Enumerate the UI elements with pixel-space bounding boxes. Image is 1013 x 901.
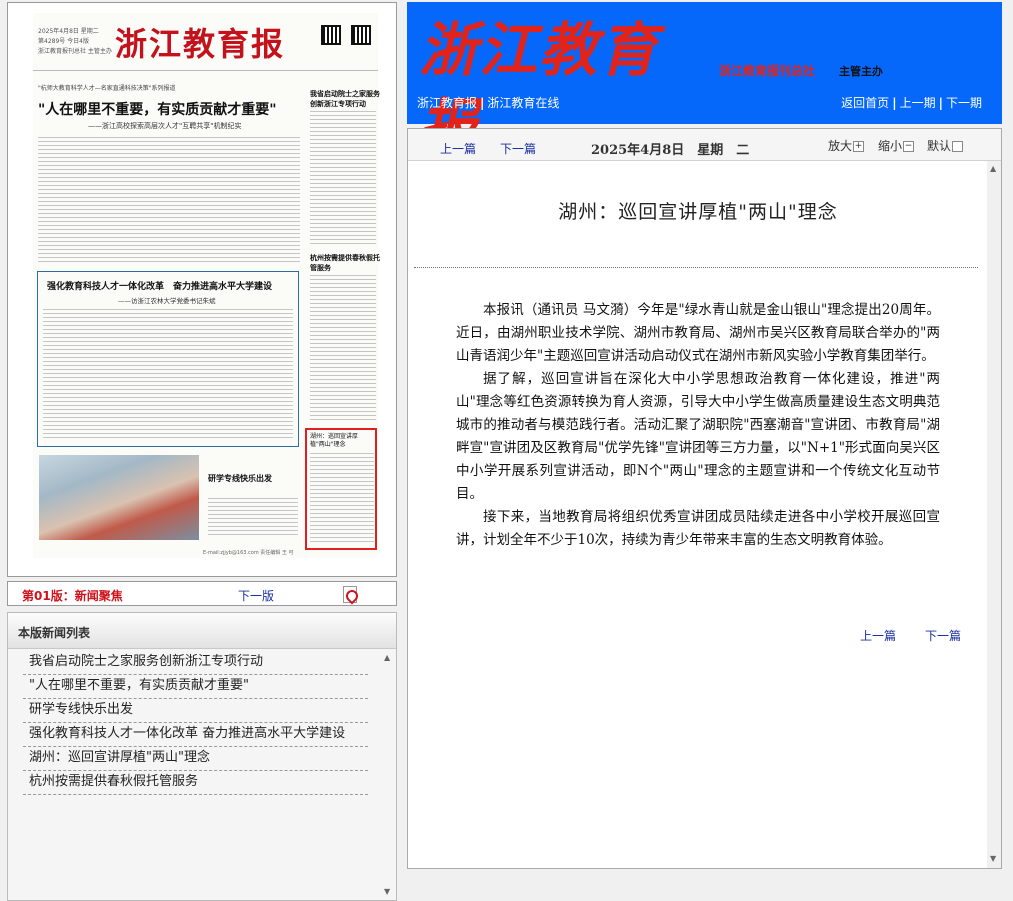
checkbox-icon bbox=[952, 141, 964, 152]
title-divider bbox=[414, 267, 978, 268]
issue-date: 2025年4月8日 星期 二 bbox=[591, 143, 750, 158]
thumb-photo[interactable] bbox=[39, 455, 199, 540]
qr-code-icon bbox=[351, 25, 371, 45]
link-previous-issue[interactable]: 上一期 bbox=[900, 96, 936, 110]
thumb-masthead-logo: 浙江教育报 bbox=[115, 25, 286, 63]
news-list-item[interactable]: 强化教育科技人才一体化改革 奋力推进高水平大学建设 bbox=[23, 723, 368, 747]
zoom-out-button[interactable]: 缩小 − bbox=[878, 137, 915, 154]
article-paragraph: 据了解，巡回宣讲旨在深化大中小学思想政治教育一体化建设，推进"两山"理念等红色资… bbox=[456, 371, 940, 502]
scroll-down-arrow-icon[interactable]: ▼ bbox=[384, 887, 390, 896]
news-list-item[interactable]: 杭州按需提供春秋假托管服务 bbox=[23, 771, 368, 795]
minus-icon: − bbox=[903, 141, 915, 152]
link-next-issue[interactable]: 下一期 bbox=[946, 96, 982, 110]
thumb-text-block bbox=[43, 309, 293, 441]
prev-article-link[interactable]: 上一篇 bbox=[440, 140, 476, 157]
bottom-next-article-link[interactable]: 下一篇 bbox=[925, 627, 961, 644]
thumb-kicker: "杭师大教育科学人才—名家直通科技决策"系列报道 bbox=[38, 85, 176, 92]
thumb-side-story[interactable]: 我省启动院士之家服务创新浙江专项行动 bbox=[310, 89, 380, 109]
pdf-icon[interactable] bbox=[343, 586, 357, 603]
zoom-in-label: 放大 bbox=[828, 139, 853, 153]
scroll-up-arrow-icon[interactable]: ▲ bbox=[990, 164, 996, 173]
link-zhejiang-education-online[interactable]: 浙江教育在线 bbox=[487, 96, 559, 110]
article-frame: 上一篇 下一篇 2025年4月8日 星期 二 放大 + 缩小 − 默认 湖州：巡回宣… bbox=[407, 128, 1002, 869]
thumb-subhead: ——浙江高校探索高层次人才"互聘共享"机制纪实 bbox=[88, 122, 242, 130]
qr-code-icon bbox=[321, 25, 341, 45]
thumb-text-block bbox=[208, 498, 298, 538]
article-body: 本报讯（通讯员 马文漪）今年是"绿水青山就是金山银山"理念提出20周年。近日，由… bbox=[456, 299, 940, 552]
thumb-masthead: 2025年4月8日 星期二 第4289号 今日4版 浙江教育报刊总社 主管主办 … bbox=[33, 13, 378, 71]
site-banner: 浙江教育报 浙江教育报刊总社 主管主办 浙江教育报 | 浙江教育在线 返回首页 | 上一… bbox=[407, 2, 1002, 160]
news-list-item[interactable]: 湖州：巡回宣讲厚植"两山"理念 bbox=[23, 747, 368, 771]
thumb-text-block bbox=[38, 137, 300, 265]
site-logo[interactable]: 浙江教育报 bbox=[419, 12, 704, 160]
page-navigation-bar: 第01版：新闻聚焦 下一版 bbox=[7, 581, 397, 606]
news-list-header: 本版新闻列表 bbox=[8, 613, 396, 649]
current-page-name[interactable]: 第01版：新闻聚焦 bbox=[22, 587, 123, 604]
newspaper-page-thumbnail[interactable]: 2025年4月8日 星期二 第4289号 今日4版 浙江教育报刊总社 主管主办 … bbox=[7, 2, 397, 577]
thumb-photo-title[interactable]: 研学专线快乐出发 bbox=[208, 473, 272, 484]
separator: | bbox=[892, 96, 897, 110]
thumb-side-story-2[interactable]: 杭州按需提供春秋假托管服务 bbox=[310, 253, 380, 273]
news-list-item[interactable]: "人在哪里不重要，有实质贡献才重要" bbox=[23, 675, 368, 699]
zoom-default-button[interactable]: 默认 bbox=[927, 137, 964, 154]
banner-links-left: 浙江教育报 | 浙江教育在线 bbox=[417, 94, 559, 111]
thumb-masthead-meta: 2025年4月8日 星期二 第4289号 今日4版 浙江教育报刊总社 主管主办 bbox=[38, 28, 112, 55]
news-list: 我省启动院士之家服务创新浙江专项行动 "人在哪里不重要，有实质贡献才重要" 研学… bbox=[23, 651, 368, 795]
next-page-link[interactable]: 下一版 bbox=[238, 587, 274, 604]
news-list-item[interactable]: 我省启动院士之家服务创新浙江专项行动 bbox=[23, 651, 368, 675]
thumb-text-block bbox=[310, 275, 376, 420]
thumb-interview-title: 强化教育科技人才一体化改革 奋力推进高水平大学建设 bbox=[47, 282, 273, 292]
bottom-prev-article-link[interactable]: 上一篇 bbox=[860, 627, 896, 644]
separator: | bbox=[938, 96, 943, 110]
news-list-title: 本版新闻列表 bbox=[18, 626, 91, 640]
link-zhejiang-education-news[interactable]: 浙江教育报 bbox=[417, 96, 477, 110]
thumb-selected-article-title: 湖州：巡回宣讲厚植"两山"理念 bbox=[310, 433, 359, 448]
article-scrollbar[interactable]: ▲ ▼ bbox=[987, 161, 1001, 868]
newspaper-page-image[interactable]: 2025年4月8日 星期二 第4289号 今日4版 浙江教育报刊总社 主管主办 … bbox=[33, 13, 380, 558]
link-home[interactable]: 返回首页 bbox=[841, 96, 889, 110]
news-list-item[interactable]: 研学专线快乐出发 bbox=[23, 699, 368, 723]
article-paragraph: 接下来，当地教育局将组织优秀宣讲团成员陆续走进各中小学校开展巡回宣讲，计划全年不… bbox=[456, 509, 940, 548]
zoom-default-label: 默认 bbox=[927, 139, 952, 153]
thumb-text-block bbox=[310, 453, 374, 545]
article-title: 湖州：巡回宣讲厚植"两山"理念 bbox=[558, 201, 838, 223]
next-article-link[interactable]: 下一篇 bbox=[500, 140, 536, 157]
zoom-in-button[interactable]: 放大 + bbox=[828, 137, 865, 154]
article-toolbar: 上一篇 下一篇 2025年4月8日 星期 二 放大 + 缩小 − 默认 bbox=[408, 129, 1001, 161]
plus-icon: + bbox=[853, 141, 865, 152]
separator: | bbox=[480, 96, 485, 110]
thumb-footer: E-mail:zjjyb@163.com 责任编辑 王 可 bbox=[203, 550, 294, 556]
article-paragraph: 本报讯（通讯员 马文漪）今年是"绿水青山就是金山银山"理念提出20周年。近日，由… bbox=[456, 302, 940, 364]
thumb-interview-sub: ——访浙江农林大学党委书记朱斌 bbox=[118, 297, 216, 305]
publisher-role: 主管主办 bbox=[839, 65, 883, 78]
thumb-headline[interactable]: "人在哪里不重要，有实质贡献才重要" bbox=[38, 99, 293, 119]
banner-links-right: 返回首页 | 上一期 | 下一期 bbox=[831, 94, 982, 111]
zoom-out-label: 缩小 bbox=[878, 139, 903, 153]
scroll-down-arrow-icon[interactable]: ▼ bbox=[990, 854, 996, 863]
scroll-up-arrow-icon[interactable]: ▲ bbox=[384, 653, 390, 662]
page-news-list-panel: 本版新闻列表 我省启动院士之家服务创新浙江专项行动 "人在哪里不重要，有实质贡献… bbox=[7, 612, 397, 901]
publisher-name: 浙江教育报刊总社 bbox=[719, 64, 816, 78]
thumb-text-block bbox=[310, 111, 376, 246]
